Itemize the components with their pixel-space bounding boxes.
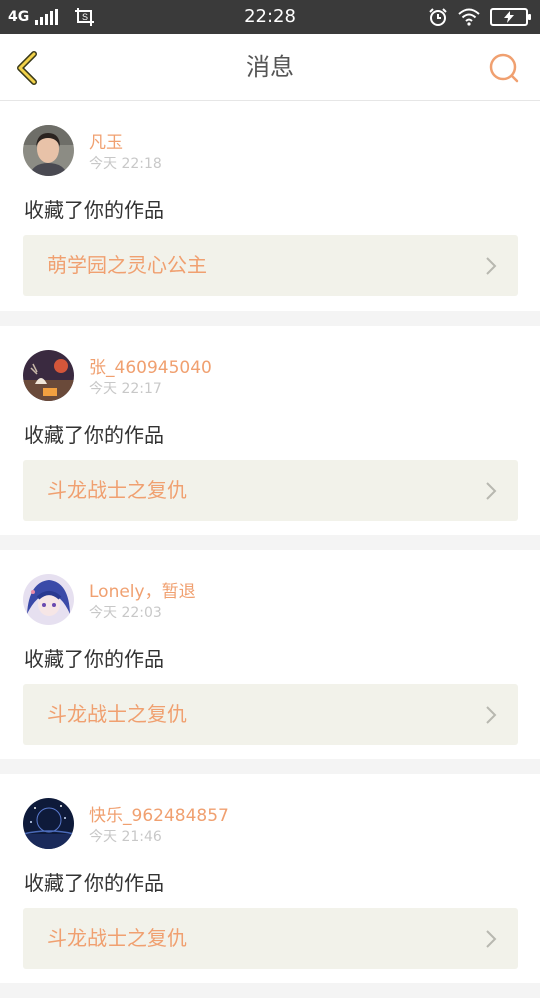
work-title: 萌学园之灵心公主 <box>47 253 207 277</box>
battery-charging-icon <box>490 8 531 26</box>
action-text: 收藏了你的作品 <box>24 647 164 671</box>
chevron-right-icon <box>486 482 497 500</box>
avatar[interactable] <box>23 125 74 176</box>
user-name[interactable]: 凡玉 <box>89 128 123 153</box>
message-time: 今天 22:18 <box>89 156 162 172</box>
message-time: 今天 21:46 <box>89 829 162 845</box>
avatar[interactable] <box>23 798 74 849</box>
avatar[interactable] <box>23 350 74 401</box>
wifi-icon <box>458 8 480 26</box>
action-text: 收藏了你的作品 <box>24 423 164 447</box>
status-bar: 4G S 22:28 <box>0 0 540 34</box>
work-title: 斗龙战士之复仇 <box>47 478 187 502</box>
user-name[interactable]: Lonely，暂退 <box>89 577 196 602</box>
alarm-icon <box>429 8 447 26</box>
avatar[interactable] <box>23 574 74 625</box>
work-title: 斗龙战士之复仇 <box>47 702 187 726</box>
page-title: 消息 <box>246 53 294 81</box>
search-icon[interactable] <box>488 52 520 84</box>
message-item: 凡玉 今天 22:18 收藏了你的作品 萌学园之灵心公主 <box>0 101 540 311</box>
user-name[interactable]: 快乐_962484857 <box>89 801 229 826</box>
message-time: 今天 22:17 <box>89 381 162 397</box>
navigation-bar: 消息 <box>0 34 540 101</box>
chevron-right-icon <box>486 257 497 275</box>
work-link[interactable]: 萌学园之灵心公主 <box>23 235 518 296</box>
work-link[interactable]: 斗龙战士之复仇 <box>23 684 518 745</box>
message-item: 快乐_962484857 今天 21:46 收藏了你的作品 斗龙战士之复仇 <box>0 774 540 983</box>
action-text: 收藏了你的作品 <box>24 871 164 895</box>
message-item: Lonely，暂退 今天 22:03 收藏了你的作品 斗龙战士之复仇 <box>0 550 540 759</box>
message-list: 凡玉 今天 22:18 收藏了你的作品 萌学园之灵心公主 张_460945040… <box>0 101 540 998</box>
message-item: 张_460945040 今天 22:17 收藏了你的作品 斗龙战士之复仇 <box>0 326 540 535</box>
user-name[interactable]: 张_460945040 <box>89 353 212 378</box>
work-link[interactable]: 斗龙战士之复仇 <box>23 460 518 521</box>
action-text: 收藏了你的作品 <box>24 198 164 222</box>
chevron-right-icon <box>486 706 497 724</box>
message-time: 今天 22:03 <box>89 605 162 621</box>
chevron-right-icon <box>486 930 497 948</box>
